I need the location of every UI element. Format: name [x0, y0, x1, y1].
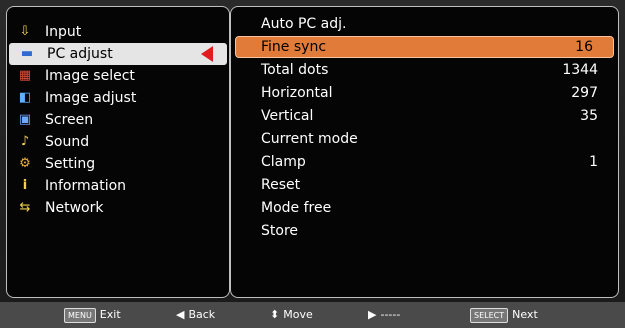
- setting-value: 35: [580, 108, 598, 124]
- setting-row-vertical[interactable]: Vertical 35: [231, 105, 618, 127]
- sidebar-item-label: PC adjust: [47, 46, 113, 62]
- sidebar-item-information[interactable]: i Information: [7, 175, 229, 197]
- setting-value: 1344: [562, 62, 598, 78]
- right-hint: ▶ -----: [368, 302, 400, 328]
- setting-label: Mode free: [261, 200, 332, 216]
- menu-category-panel: ⇩ Input ▬ PC adjust ▦ Image select ◧ Ima…: [6, 6, 230, 298]
- sidebar-item-network[interactable]: ⇆ Network: [7, 197, 229, 219]
- setting-label: Store: [261, 223, 299, 239]
- sidebar-item-label: Image adjust: [45, 90, 137, 106]
- sidebar-item-label: Setting: [45, 156, 96, 172]
- back-hint: ◀ Back: [176, 302, 215, 328]
- setting-label: Total dots: [261, 62, 329, 78]
- image-adjust-icon: ◧: [18, 90, 32, 105]
- sidebar-item-label: Network: [45, 200, 104, 216]
- setting-row-reset[interactable]: Reset: [231, 174, 618, 196]
- setting-value: 1: [589, 154, 598, 170]
- sidebar-item-image-select[interactable]: ▦ Image select: [7, 65, 229, 87]
- setting-label: Auto PC adj.: [261, 16, 347, 32]
- setting-row-clamp[interactable]: Clamp 1: [231, 151, 618, 173]
- exit-label: Exit: [99, 308, 121, 321]
- select-key-icon: SELECT: [470, 307, 509, 323]
- sidebar-item-input[interactable]: ⇩ Input: [7, 21, 229, 43]
- projector-menu: ⇩ Input ▬ PC adjust ▦ Image select ◧ Ima…: [0, 0, 625, 328]
- selection-arrow-icon: [201, 46, 213, 62]
- setting-row-current-mode[interactable]: Current mode: [231, 128, 618, 150]
- setting-row-store[interactable]: Store: [231, 220, 618, 242]
- information-icon: i: [22, 178, 28, 193]
- move-label: Move: [283, 308, 313, 321]
- setting-row-fine-sync[interactable]: Fine sync 16: [235, 36, 614, 58]
- right-arrow-icon: ▶: [368, 308, 377, 321]
- sidebar-item-label: Screen: [45, 112, 94, 128]
- input-icon: ⇩: [19, 24, 31, 39]
- right-action-label: -----: [380, 308, 401, 321]
- back-label: Back: [188, 308, 216, 321]
- sound-icon: ♪: [20, 134, 30, 149]
- sidebar-item-label: Sound: [45, 134, 90, 150]
- setting-label: Vertical: [261, 108, 314, 124]
- sidebar-item-label: Input: [45, 24, 82, 40]
- setting-row-horizontal[interactable]: Horizontal 297: [231, 82, 618, 104]
- exit-hint: MENU Exit: [64, 302, 121, 328]
- setting-label: Clamp: [261, 154, 306, 170]
- sidebar-item-pc-adjust[interactable]: ▬ PC adjust: [9, 43, 227, 65]
- image-select-icon: ▦: [18, 68, 32, 83]
- setting-label: Horizontal: [261, 85, 333, 101]
- next-label: Next: [512, 308, 538, 321]
- pc-adjust-settings-panel: Auto PC adj. Fine sync 16 Total dots 134…: [230, 6, 619, 298]
- left-arrow-icon: ◀: [176, 308, 185, 321]
- sidebar-item-label: Information: [45, 178, 127, 194]
- next-hint: SELECT Next: [470, 302, 538, 328]
- setting-value: 297: [571, 85, 598, 101]
- setting-row-total-dots[interactable]: Total dots 1344: [231, 59, 618, 81]
- sidebar-item-sound[interactable]: ♪ Sound: [7, 131, 229, 153]
- pc-adjust-icon: ▬: [20, 46, 34, 61]
- setting-label: Reset: [261, 177, 301, 193]
- sidebar-item-screen[interactable]: ▣ Screen: [7, 109, 229, 131]
- sidebar-item-label: Image select: [45, 68, 135, 84]
- up-down-arrow-icon: ⬍: [270, 308, 280, 321]
- menu-key-icon: MENU: [64, 307, 96, 323]
- setting-label: Fine sync: [261, 39, 327, 55]
- screen-icon: ▣: [18, 112, 32, 127]
- network-icon: ⇆: [19, 200, 31, 215]
- sidebar-item-image-adjust[interactable]: ◧ Image adjust: [7, 87, 229, 109]
- setting-row-mode-free[interactable]: Mode free: [231, 197, 618, 219]
- key-guide-footer: MENU Exit ◀ Back ⬍ Move ▶ ----- SELECT N…: [0, 302, 625, 328]
- sidebar-item-setting[interactable]: ⚙ Setting: [7, 153, 229, 175]
- setting-value: 16: [575, 39, 593, 55]
- setting-icon: ⚙: [19, 156, 31, 171]
- move-hint: ⬍ Move: [270, 302, 313, 328]
- setting-row-auto-pc-adj[interactable]: Auto PC adj.: [231, 13, 618, 35]
- setting-label: Current mode: [261, 131, 358, 147]
